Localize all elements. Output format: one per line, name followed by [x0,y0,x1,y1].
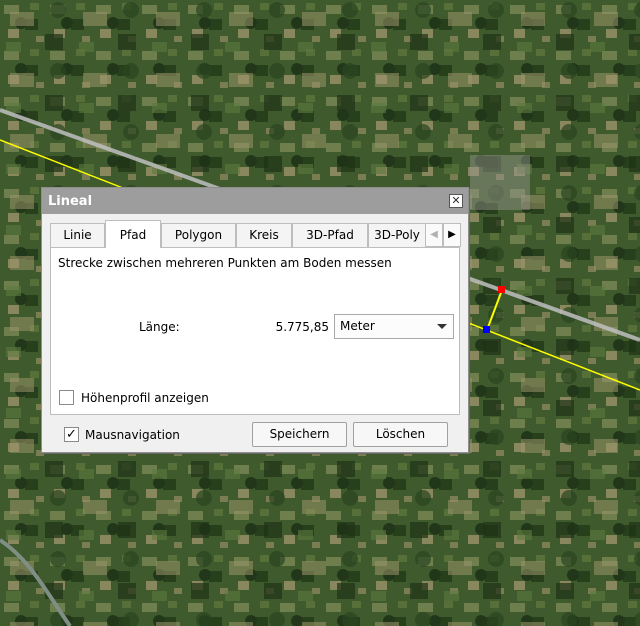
length-label: Länge: [139,320,180,334]
mouse-navigation-label[interactable]: Mausnavigation [85,428,180,442]
tab-panel: Strecke zwischen mehreren Punkten am Bod… [50,247,460,415]
unit-dropdown[interactable]: Meter [334,314,454,339]
elevation-profile-checkbox[interactable] [59,390,74,405]
ruler-dialog: Lineal ✕ Linie Pfad Polygon Kreis 3D-Pfa… [41,187,469,453]
length-value: 5.775,85 [275,320,329,334]
delete-button[interactable]: Löschen [353,422,448,447]
elevation-profile-label[interactable]: Höhenprofil anzeigen [81,391,209,405]
mouse-navigation-checkbox[interactable]: ✓ [64,427,79,442]
tab-scroll-left-icon[interactable]: ◀ [425,223,443,247]
dialog-title: Lineal [48,194,93,209]
tab-scroll-right-icon[interactable]: ▶ [443,223,461,247]
close-icon: ✕ [451,194,461,207]
tab-polygon[interactable]: Polygon [161,223,236,247]
measure-description: Strecke zwischen mehreren Punkten am Bod… [58,256,392,270]
tab-linie[interactable]: Linie [50,223,105,247]
tab-pfad[interactable]: Pfad [105,220,161,248]
unit-value: Meter [340,319,375,333]
dialog-titlebar[interactable]: Lineal ✕ [42,188,468,214]
tab-3d-pfad[interactable]: 3D-Pfad [292,223,368,247]
path-start-marker [498,286,505,293]
town-area [470,155,530,210]
tab-3d-poly[interactable]: 3D-Poly [368,223,426,247]
path-end-marker [483,326,490,333]
checkmark-icon: ✓ [66,427,77,442]
close-button[interactable]: ✕ [449,194,463,208]
save-button[interactable]: Speichern [252,422,347,447]
chevron-down-icon [437,324,447,329]
tab-kreis[interactable]: Kreis [236,223,292,247]
